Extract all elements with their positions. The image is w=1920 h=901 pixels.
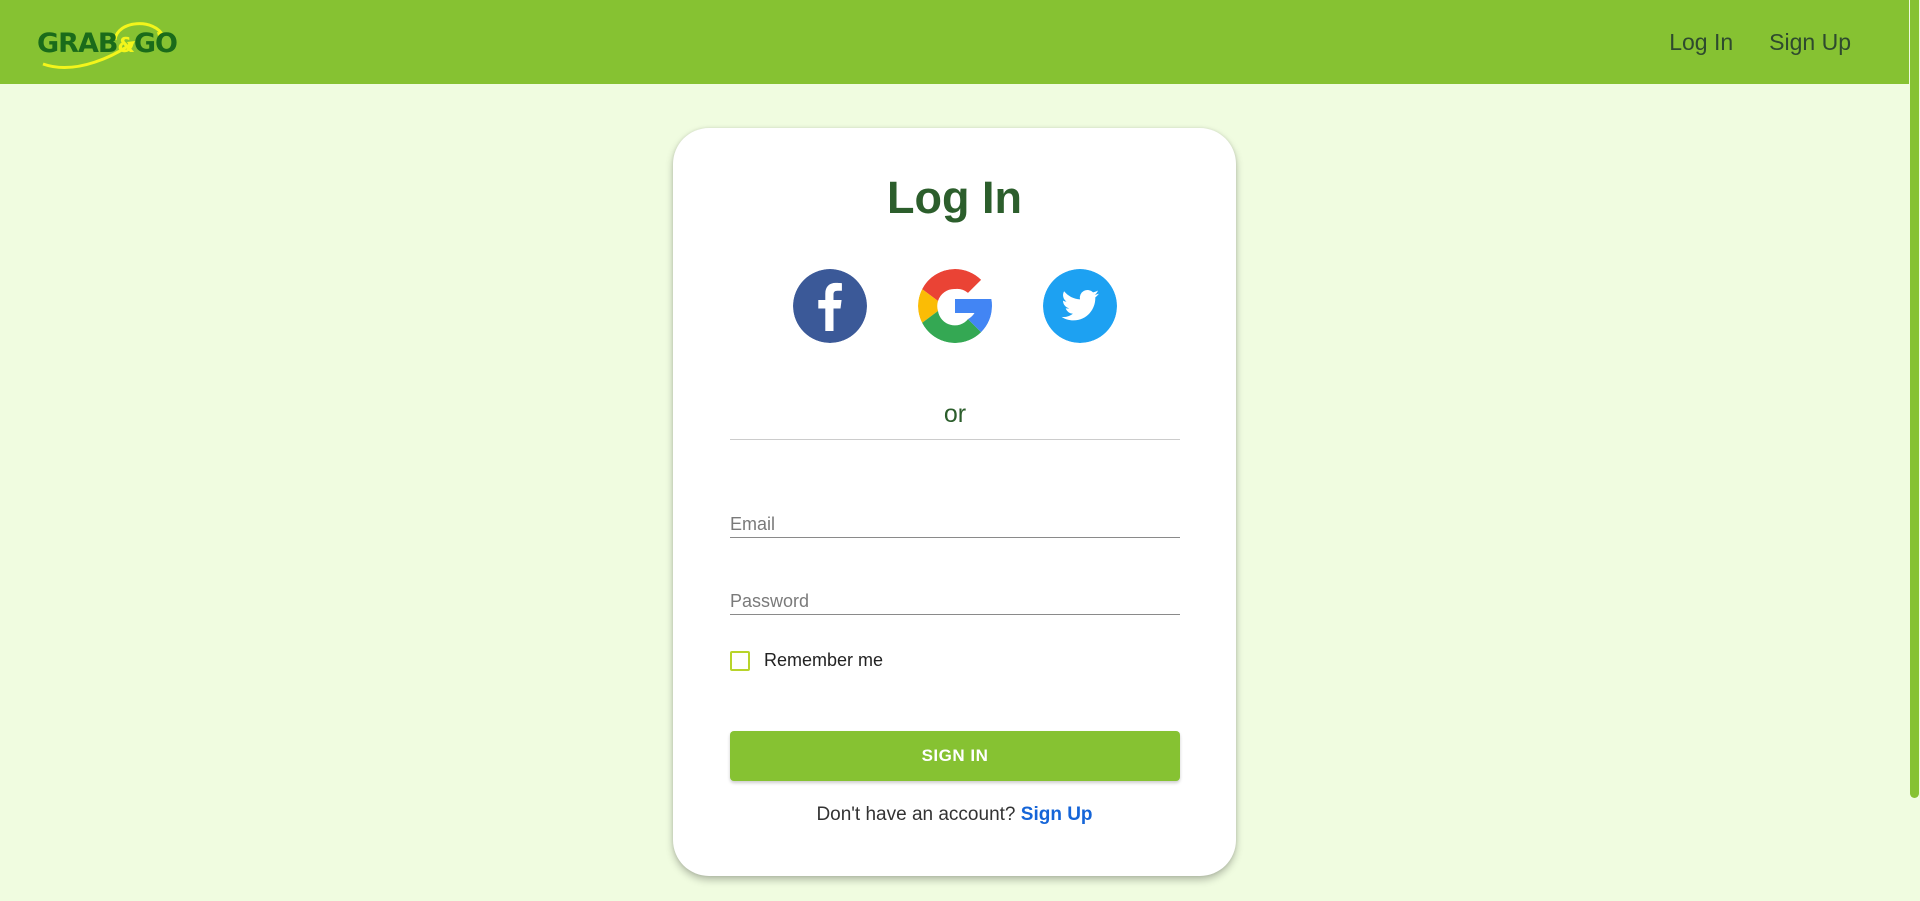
password-input[interactable] xyxy=(730,575,1180,614)
password-field-wrapper xyxy=(730,575,1180,615)
twitter-icon[interactable] xyxy=(1042,269,1117,343)
email-input[interactable] xyxy=(730,498,1180,537)
signup-prompt-text: Don't have an account? xyxy=(816,804,1016,825)
logo-text: GRAB&GO xyxy=(37,28,178,59)
top-navbar: GRAB&GO Log In Sign Up xyxy=(0,0,1909,84)
or-divider: or xyxy=(730,400,1180,440)
google-icon[interactable] xyxy=(917,269,992,343)
email-field-wrapper xyxy=(730,498,1180,538)
social-login-buttons xyxy=(673,269,1236,343)
or-divider-label: or xyxy=(943,400,967,428)
signup-link[interactable]: Sign Up xyxy=(1021,804,1093,825)
login-title: Log In xyxy=(887,172,1022,223)
signup-prompt: Don't have an account? Sign Up xyxy=(673,804,1236,826)
nav-signup-link[interactable]: Sign Up xyxy=(1769,29,1851,56)
remember-me-row[interactable]: Remember me xyxy=(730,650,883,671)
grab-and-go-logo[interactable]: GRAB&GO xyxy=(37,14,178,70)
nav-links: Log In Sign Up xyxy=(1669,29,1851,56)
remember-me-checkbox[interactable] xyxy=(730,650,750,671)
login-card: Log In or Remember me SIG xyxy=(673,128,1236,876)
remember-me-label: Remember me xyxy=(764,650,884,670)
facebook-icon[interactable] xyxy=(792,269,867,343)
scrollbar-thumb[interactable] xyxy=(1910,0,1919,798)
sign-in-button[interactable]: SIGN IN xyxy=(730,731,1180,781)
nav-login-link[interactable]: Log In xyxy=(1669,29,1733,56)
page-scrollbar[interactable] xyxy=(1909,0,1920,901)
